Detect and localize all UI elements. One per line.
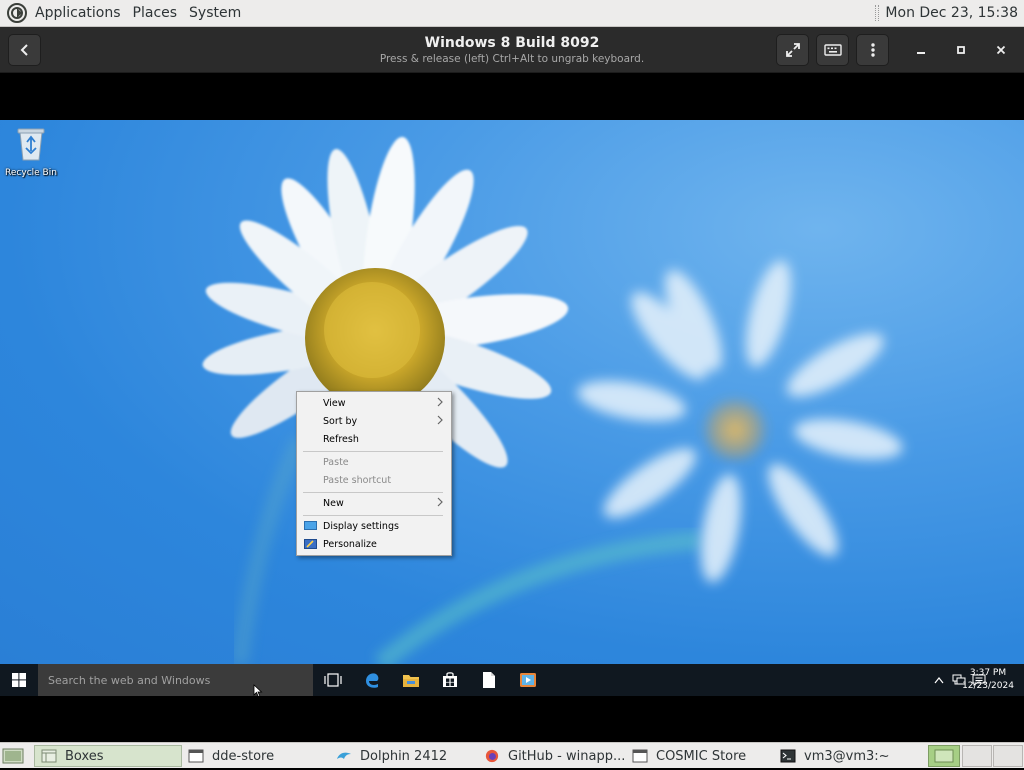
- maximize-button[interactable]: [946, 34, 976, 66]
- menu-item-label: Sort by: [323, 415, 358, 427]
- distro-logo-icon[interactable]: [7, 3, 27, 23]
- workspace-2[interactable]: [962, 745, 992, 767]
- menu-item-view[interactable]: View: [297, 394, 451, 412]
- vm-letterbox-bottom: [0, 696, 1024, 742]
- desktop-context-menu: View Sort by Refresh Paste Paste shortcu…: [296, 391, 452, 556]
- recycle-bin-icon: [17, 128, 45, 161]
- keyboard-button[interactable]: [816, 34, 849, 66]
- boxes-headerbar: Windows 8 Build 8092 Press & release (le…: [0, 27, 1024, 73]
- menu-separator: [303, 492, 443, 493]
- task-boxes[interactable]: Boxes: [34, 745, 182, 767]
- vm-letterbox-top: [0, 73, 1024, 120]
- minimize-button[interactable]: [906, 34, 936, 66]
- taskbar-clock[interactable]: 3:37 PM 12/23/2024: [960, 667, 1016, 693]
- task-terminal[interactable]: vm3@vm3:~: [774, 745, 922, 767]
- document-icon: [483, 672, 495, 688]
- system-tray: 3:37 PM 12/23/2024: [904, 664, 1024, 696]
- chevron-up-icon[interactable]: [934, 676, 944, 684]
- fullscreen-button[interactable]: [776, 34, 809, 66]
- menu-item-label: New: [323, 497, 344, 509]
- chevron-right-icon: [437, 497, 443, 507]
- windows-taskbar: Search the web and Windows 3:37 PM 12/23…: [0, 664, 1024, 698]
- display-icon: [304, 521, 317, 530]
- task-dde-store[interactable]: dde-store: [182, 745, 330, 767]
- system-menu[interactable]: System: [183, 0, 247, 27]
- menu-item-label: Display settings: [323, 520, 399, 532]
- edge-icon: [366, 673, 379, 688]
- windows-logo-icon: [12, 673, 26, 687]
- menu-item-sort-by[interactable]: Sort by: [297, 412, 451, 430]
- close-button[interactable]: [986, 34, 1016, 66]
- guest-desktop[interactable]: Recycle Bin: [0, 120, 1024, 664]
- menu-item-refresh[interactable]: Refresh: [297, 430, 451, 448]
- chevron-right-icon: [437, 397, 443, 407]
- taskbar-time: 3:37 PM: [969, 668, 1007, 678]
- search-placeholder: Search the web and Windows: [48, 673, 211, 687]
- workspace-preview: [934, 749, 954, 763]
- panel-handle[interactable]: [875, 5, 880, 21]
- close-icon: [996, 45, 1006, 55]
- firefox-icon: [485, 749, 499, 763]
- show-desktop-icon[interactable]: [2, 747, 24, 765]
- menu-item-personalize[interactable]: Personalize: [297, 535, 451, 553]
- minimize-icon: [917, 52, 925, 54]
- task-label: COSMIC Store: [656, 748, 747, 764]
- task-label: Dolphin 2412: [360, 748, 448, 764]
- menu-item-new[interactable]: New: [297, 494, 451, 512]
- file-explorer-icon: [403, 675, 419, 687]
- taskbar-document[interactable]: [470, 664, 508, 696]
- menu-item-paste-shortcut: Paste shortcut: [297, 471, 451, 489]
- terminal-icon: [780, 749, 796, 763]
- task-view-icon: [324, 673, 342, 687]
- taskbar-date: 12/23/2024: [962, 681, 1014, 691]
- places-menu[interactable]: Places: [127, 0, 184, 27]
- taskbar-edge[interactable]: [353, 664, 391, 696]
- task-label: Boxes: [65, 748, 104, 764]
- recycle-bin-shortcut[interactable]: Recycle Bin: [4, 126, 58, 178]
- applications-menu[interactable]: Applications: [29, 0, 127, 27]
- taskbar-search-box[interactable]: Search the web and Windows: [38, 664, 313, 698]
- recycle-bin-label: Recycle Bin: [5, 168, 57, 178]
- menu-item-label: Paste: [323, 456, 349, 468]
- workspace-1[interactable]: [928, 745, 960, 767]
- window-icon: [41, 749, 57, 763]
- kebab-menu-icon: [870, 43, 875, 57]
- menu-item-paste: Paste: [297, 453, 451, 471]
- task-cosmic-store[interactable]: COSMIC Store: [626, 745, 774, 767]
- dolphin-icon: [337, 752, 351, 759]
- task-label: vm3@vm3:~: [804, 748, 890, 764]
- personalize-icon: [304, 539, 317, 549]
- menu-item-label: View: [323, 397, 346, 409]
- menu-item-label: Refresh: [323, 433, 359, 445]
- media-player-icon: [520, 673, 536, 687]
- fullscreen-icon: [785, 43, 800, 57]
- top-panel: Applications Places System Mon Dec 23, 1…: [0, 0, 1024, 27]
- start-button[interactable]: [0, 664, 38, 696]
- menu-separator: [303, 515, 443, 516]
- taskbar-media-player[interactable]: [509, 664, 547, 696]
- task-dolphin[interactable]: Dolphin 2412: [330, 745, 478, 767]
- bottom-panel: Boxes dde-store Dolphin 2412 GitHub - wi…: [0, 742, 1024, 768]
- workspace-3[interactable]: [993, 745, 1023, 767]
- panel-clock[interactable]: Mon Dec 23, 15:38: [885, 5, 1024, 21]
- taskbar-file-explorer[interactable]: [392, 664, 430, 696]
- store-icon: [443, 672, 457, 687]
- keyboard-icon: [823, 44, 842, 56]
- window-icon: [188, 749, 204, 763]
- menu-item-label: Personalize: [323, 538, 377, 550]
- wallpaper-daisy-image: [202, 136, 903, 664]
- window-icon: [632, 749, 648, 763]
- menu-button[interactable]: [856, 34, 889, 66]
- menu-separator: [303, 451, 443, 452]
- task-firefox-github[interactable]: GitHub - winapp...: [478, 745, 626, 767]
- task-view-button[interactable]: [314, 664, 352, 696]
- menu-item-display-settings[interactable]: Display settings: [297, 517, 451, 535]
- task-label: GitHub - winapp...: [508, 748, 626, 764]
- maximize-icon: [957, 46, 965, 54]
- chevron-right-icon: [437, 415, 443, 425]
- task-label: dde-store: [212, 748, 275, 764]
- taskbar-store[interactable]: [431, 664, 469, 696]
- menu-item-label: Paste shortcut: [323, 474, 392, 486]
